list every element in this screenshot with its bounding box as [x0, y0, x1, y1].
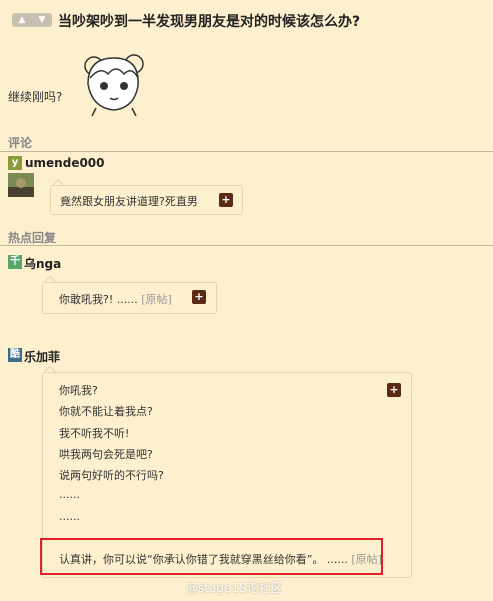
reply-line: ...... — [59, 510, 80, 523]
avatar-badge: y — [8, 156, 22, 170]
plus-button[interactable]: + — [192, 290, 206, 304]
reply-username[interactable]: 乌nga — [24, 255, 61, 272]
hot-replies-heading: 热点回复 — [8, 231, 57, 245]
original-post-link[interactable]: [原帖] — [141, 293, 172, 306]
thumbs-up-icon[interactable]: ▲ — [19, 13, 26, 27]
vote-buttons[interactable]: ▲ ▼ — [12, 13, 52, 27]
post-body: 继续刚吗? — [8, 90, 63, 104]
reply-line: 你就不能让着我点? — [59, 405, 153, 418]
hot-replies-divider — [0, 245, 493, 246]
reply-line: ...... — [59, 488, 80, 501]
post-title: 当吵架吵到一半发现男朋友是对的时候该怎么办? — [58, 14, 361, 30]
reply-line: 哄我两句会死是吧? — [59, 448, 153, 461]
reply-username[interactable]: 乐加菲 — [24, 348, 60, 365]
reply-line: 说两句好听的不行吗? — [59, 469, 164, 482]
anime-girl-sticker — [84, 54, 144, 116]
reply-line: 你吼我? — [59, 384, 98, 397]
plus-button[interactable]: + — [387, 383, 401, 397]
plus-button[interactable]: + — [219, 193, 233, 207]
comment-text: 竟然跟女朋友讲道理?死直男 — [60, 195, 198, 208]
comments-heading: 评论 — [8, 136, 33, 150]
avatar-badge: 酷 — [8, 348, 22, 362]
thumbs-down-icon[interactable]: ▼ — [39, 13, 46, 27]
reply-text: 你敢吼我?! ...... [原帖] — [59, 293, 172, 306]
avatar[interactable] — [8, 173, 34, 197]
highlight-box — [40, 538, 383, 575]
reply-line: 我不听我不听! — [59, 427, 130, 440]
comments-divider — [0, 151, 493, 152]
comment-username[interactable]: umende000 — [25, 156, 105, 170]
avatar-badge: 千 — [8, 255, 22, 269]
watermark: @stage1S论社区 — [186, 581, 283, 595]
